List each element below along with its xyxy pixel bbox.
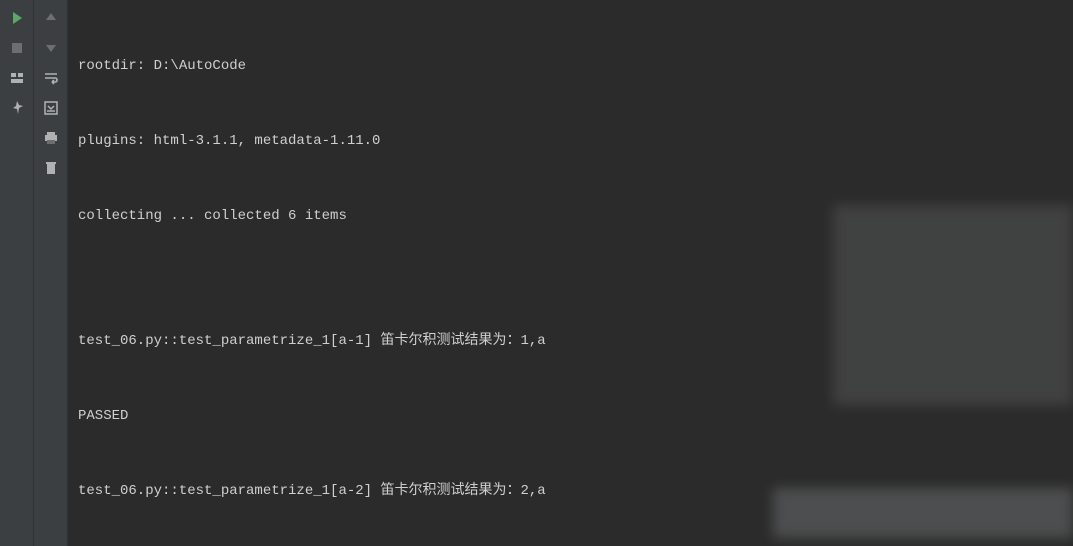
console-output[interactable]: rootdir: D:\AutoCode plugins: html-3.1.1… bbox=[68, 0, 1073, 546]
redacted-region bbox=[833, 205, 1073, 405]
redacted-region bbox=[773, 488, 1073, 538]
down-stack-button[interactable] bbox=[39, 36, 63, 60]
clear-all-button[interactable] bbox=[39, 156, 63, 180]
console-line: PASSED bbox=[78, 404, 1063, 429]
run-toolbar-right bbox=[34, 0, 68, 546]
run-toolbar-left bbox=[0, 0, 34, 546]
up-stack-button[interactable] bbox=[39, 6, 63, 30]
scroll-to-end-button[interactable] bbox=[39, 96, 63, 120]
pin-button[interactable] bbox=[5, 96, 29, 120]
layout-button[interactable] bbox=[5, 66, 29, 90]
soft-wrap-button[interactable] bbox=[39, 66, 63, 90]
rerun-button[interactable] bbox=[5, 6, 29, 30]
console-line: plugins: html-3.1.1, metadata-1.11.0 bbox=[78, 129, 1063, 154]
stop-button[interactable] bbox=[5, 36, 29, 60]
print-button[interactable] bbox=[39, 126, 63, 150]
console-line: rootdir: D:\AutoCode bbox=[78, 54, 1063, 79]
